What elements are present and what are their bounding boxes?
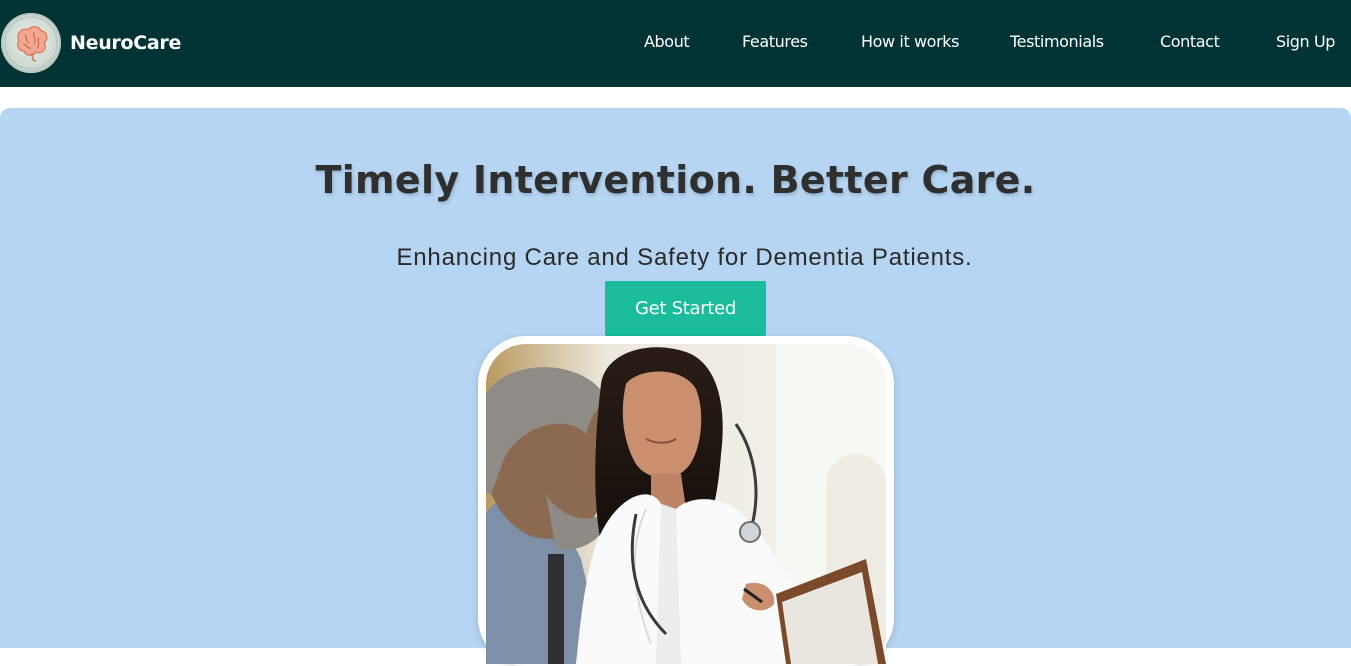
nav-link-features[interactable]: Features — [742, 31, 808, 53]
brain-logo-icon[interactable] — [1, 13, 61, 73]
nav-link-contact[interactable]: Contact — [1160, 31, 1220, 53]
nav-link-testimonials[interactable]: Testimonials — [1010, 31, 1104, 53]
brand-name[interactable]: NeuroCare — [70, 29, 181, 57]
hero-subtitle: Enhancing Care and Safety for Dementia P… — [396, 244, 973, 271]
nav-link-how-it-works[interactable]: How it works — [861, 31, 959, 53]
hero-title: Timely Intervention. Better Care. — [315, 158, 1036, 202]
get-started-button[interactable]: Get Started — [605, 281, 766, 336]
top-navbar: NeuroCare About Features How it works Te… — [0, 0, 1351, 87]
nav-link-sign-up[interactable]: Sign Up — [1276, 31, 1335, 53]
hero-image — [486, 344, 886, 664]
nav-link-about[interactable]: About — [644, 31, 690, 53]
